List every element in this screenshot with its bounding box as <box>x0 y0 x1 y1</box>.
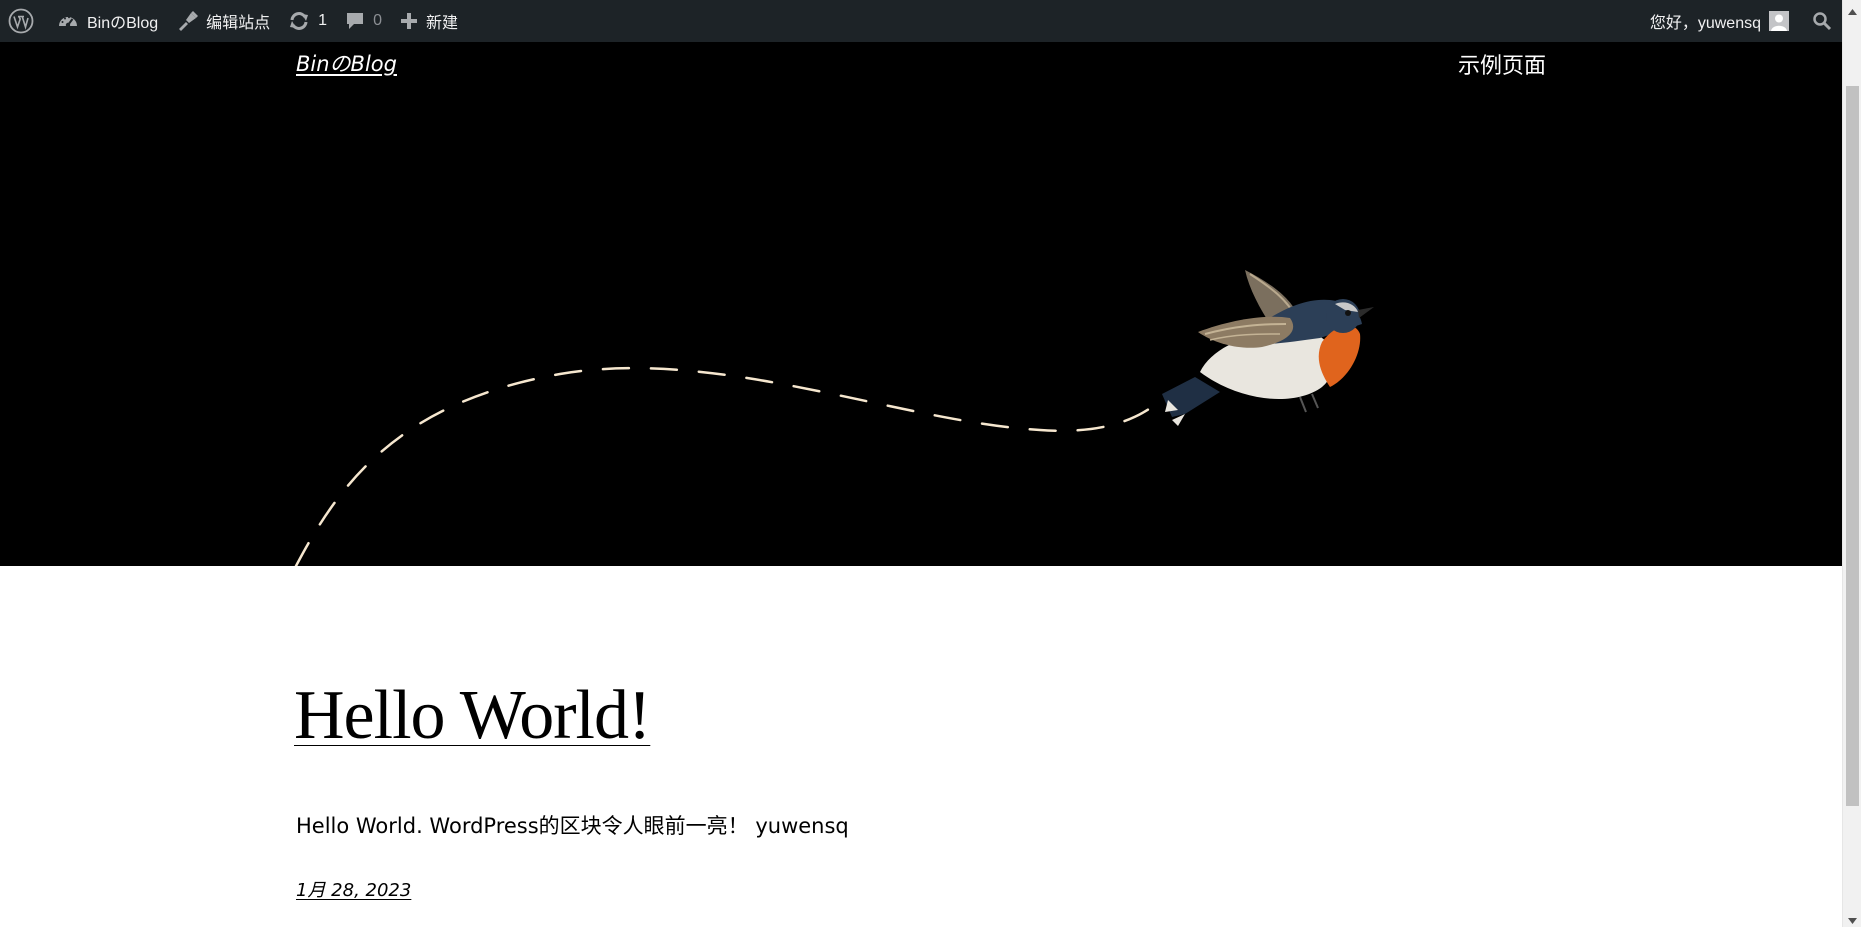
scroll-up-arrow-icon[interactable] <box>1847 4 1858 15</box>
plus-icon <box>400 12 418 30</box>
scroll-down-arrow-icon[interactable] <box>1847 913 1858 924</box>
new-content-menu[interactable]: 新建 <box>391 0 467 42</box>
refresh-icon <box>288 10 310 32</box>
admin-bar-secondary: 您好，yuwensq <box>1641 0 1842 42</box>
site-title-link[interactable]: BinのBlog <box>296 48 397 78</box>
edit-site-menu[interactable]: 编辑站点 <box>167 0 279 42</box>
edit-site-label: 编辑站点 <box>206 15 271 32</box>
search-button[interactable] <box>1798 0 1842 42</box>
dashed-flight-path <box>294 367 1172 566</box>
dashboard-icon <box>57 11 79 31</box>
wordpress-logo-icon <box>8 8 34 34</box>
post-excerpt: Hello World. WordPress的区块令人眼前一亮！ yuwensq <box>296 814 849 838</box>
scrollbar-thumb[interactable] <box>1846 86 1859 806</box>
comments-menu[interactable]: 0 <box>336 0 391 42</box>
updates-menu[interactable]: 1 <box>279 0 336 42</box>
updates-count: 1 <box>318 12 328 29</box>
header-illustration <box>294 270 1374 566</box>
my-account-menu[interactable]: 您好，yuwensq <box>1641 0 1798 42</box>
user-avatar-icon <box>1769 11 1789 31</box>
wordpress-menu[interactable] <box>0 0 43 42</box>
vertical-scrollbar[interactable] <box>1842 0 1861 927</box>
comment-bubble-icon <box>345 11 365 31</box>
pencil-brush-icon <box>176 10 199 32</box>
search-icon <box>1812 11 1832 31</box>
site-header: BinのBlog 示例页面 <box>0 42 1842 566</box>
post-date-link[interactable]: 1月 28, 2023 <box>296 876 411 902</box>
site-name-label: BinのBlog <box>87 15 159 32</box>
nav-item-sample-page[interactable]: 示例页面 <box>1458 48 1546 80</box>
comments-count: 0 <box>373 12 382 29</box>
new-label: 新建 <box>425 15 458 32</box>
greeting-label: 您好，yuwensq <box>1649 15 1761 32</box>
site-name-menu[interactable]: BinのBlog <box>43 0 167 42</box>
post-title-link[interactable]: Hello World! <box>294 676 651 756</box>
bird-illustration <box>1162 270 1374 426</box>
admin-bar: BinのBlog 编辑站点 1 0 新建 您好，yuwensq <box>0 0 1842 42</box>
